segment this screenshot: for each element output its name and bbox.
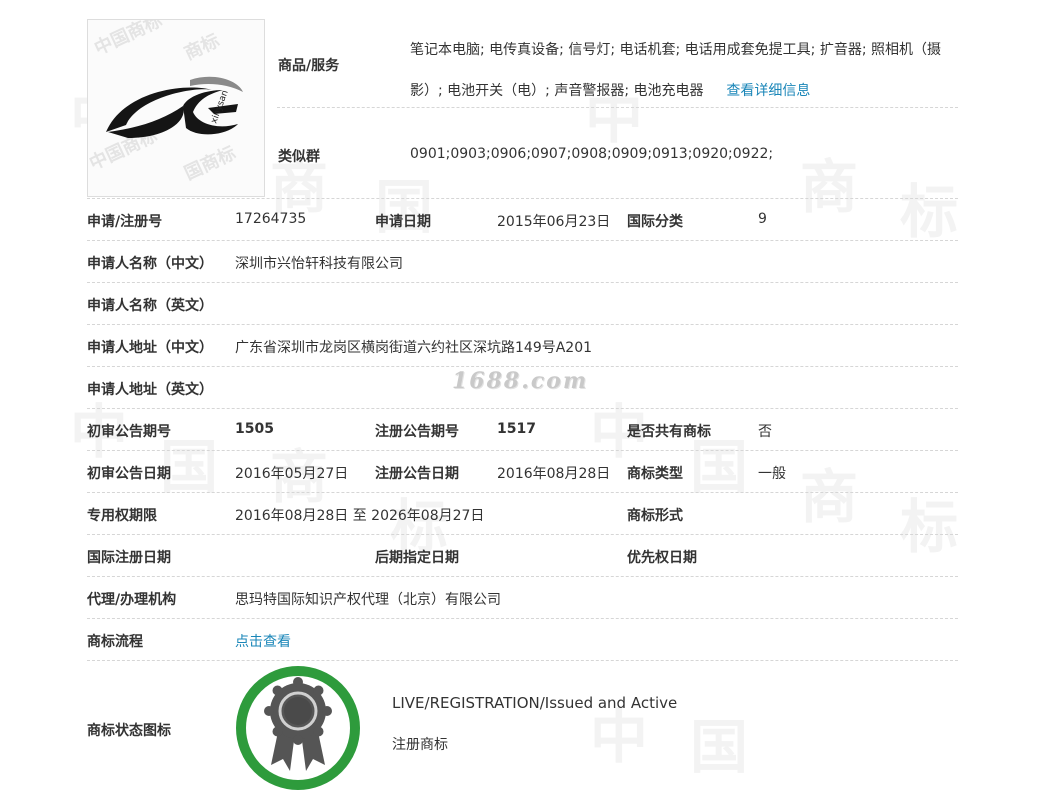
svg-text:国商标: 国商标 [181,142,239,185]
priority-date-label: 优先权日期 [627,550,697,566]
applicant-en-label: 申请人名称（英文） [87,298,213,314]
similar-group-value: 0901;0903;0906;0907;0908;0909;0913;0920;… [410,146,774,162]
shared-label: 是否共有商标 [627,424,711,440]
divider [87,618,958,619]
divider [87,660,958,661]
divider [87,576,958,577]
divider [87,282,958,283]
tm-form-label: 商标形式 [627,508,683,524]
prelim-issue-label: 初审公告期号 [87,424,171,440]
apply-date-value: 2015年06月23日 [497,214,611,230]
exclusive-period-value: 2016年08月28日 至 2026年08月27日 [235,508,485,524]
shared-value: 否 [758,424,772,440]
tm-type-label: 商标类型 [627,466,683,482]
intl-class-value: 9 [758,211,767,227]
reg-no-value: 17264735 [235,211,307,227]
applicant-cn-label: 申请人名称（中文） [87,256,213,272]
prelim-date-value: 2016年05月27日 [235,466,349,482]
svg-text:商标: 商标 [181,29,223,64]
similar-group-label: 类似群 [278,149,320,165]
address-cn-label: 申请人地址（中文） [87,340,213,356]
goods-label: 商品/服务 [278,58,340,74]
agent-value: 思玛特国际知识产权代理（北京）有限公司 [235,592,501,608]
view-process-link[interactable]: 点击查看 [235,631,291,651]
divider [87,324,958,325]
address-cn-value: 广东省深圳市龙岗区横岗街道六约社区深坑路149号A201 [235,340,593,356]
goods-text: 笔记本电脑; 电传真设备; 信号灯; 电话机套; 电话用成套免提工具; 扩音器;… [410,42,941,99]
trademark-logo-image: 中国商标 商标 中国商标 国商标 xinysan [87,19,265,197]
reg-issue-value: 1517 [497,421,536,437]
reg-date-label: 注册公告日期 [375,466,459,482]
divider [87,198,958,199]
status-cn-text: 注册商标 [392,737,448,753]
prelim-date-label: 初审公告日期 [87,466,171,482]
later-designation-label: 后期指定日期 [375,550,459,566]
prelim-issue-value: 1505 [235,421,274,437]
reg-issue-label: 注册公告期号 [375,424,459,440]
divider [87,408,958,409]
process-label: 商标流程 [87,634,143,650]
reg-no-label: 申请/注册号 [87,214,163,230]
trademark-logo-graphic: 中国商标 商标 中国商标 国商标 xinysan [88,20,243,185]
svg-text:中国商标: 中国商标 [91,20,166,60]
intl-reg-date-label: 国际注册日期 [87,550,171,566]
intl-class-label: 国际分类 [627,214,683,230]
agent-label: 代理/办理机构 [87,592,177,608]
exclusive-period-label: 专用权期限 [87,508,157,524]
divider [87,534,958,535]
registered-badge-icon [235,665,361,791]
divider [87,240,958,241]
tm-type-value: 一般 [758,466,786,482]
divider [87,492,958,493]
divider [277,107,958,108]
divider [87,450,958,451]
goods-list: 笔记本电脑; 电传真设备; 信号灯; 电话机套; 电话用成套免提工具; 扩音器;… [410,30,960,112]
watermark-site: 1688.com [452,368,589,394]
divider [87,366,958,367]
status-en-text: LIVE/REGISTRATION/Issued and Active [392,694,678,712]
address-en-label: 申请人地址（英文） [87,382,213,398]
apply-date-label: 申请日期 [375,214,431,230]
reg-date-value: 2016年08月28日 [497,466,611,482]
view-details-link[interactable]: 查看详细信息 [726,83,810,99]
status-icon-label: 商标状态图标 [87,723,171,739]
applicant-cn-value: 深圳市兴怡轩科技有限公司 [235,256,403,272]
